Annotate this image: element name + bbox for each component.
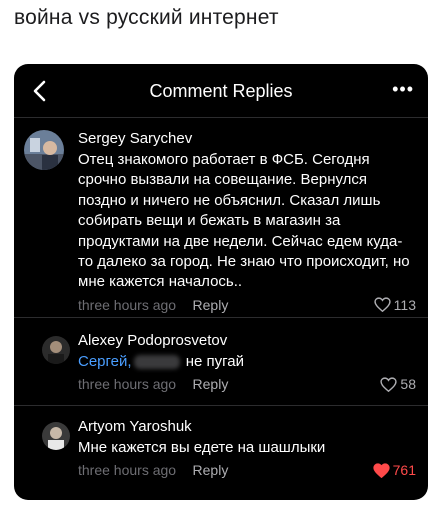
- like-count: 113: [393, 296, 416, 313]
- comment-author[interactable]: Sergey Sarychev: [78, 130, 416, 147]
- like-button[interactable]: 113: [374, 297, 416, 313]
- like-button[interactable]: 761: [372, 462, 416, 479]
- avatar[interactable]: [24, 130, 64, 170]
- heart-outline-icon: [374, 297, 391, 313]
- comment-replies-panel: Comment Replies ••• Sergey Sarychev Отец…: [14, 64, 428, 500]
- like-button[interactable]: 58: [380, 376, 416, 392]
- like-count: 761: [392, 462, 416, 479]
- reply-button[interactable]: Reply: [193, 462, 229, 478]
- comment-author[interactable]: Alexey Podoprosvetov: [78, 332, 416, 349]
- redacted-mark: [133, 355, 180, 370]
- comment-meta: three hours ago Reply 761: [78, 462, 416, 484]
- avatar-photo-icon: [42, 422, 70, 450]
- avatar-photo-icon: [42, 336, 70, 364]
- heart-filled-icon: [372, 463, 390, 478]
- like-count: 58: [400, 376, 416, 393]
- avatar[interactable]: [42, 336, 70, 364]
- comment-text: Сергей, не пугай: [78, 352, 416, 372]
- comment-item: Sergey Sarychev Отец знакомого работает …: [14, 122, 428, 318]
- heart-outline-icon: [380, 377, 398, 392]
- comment-item: Artyom Yaroshuk Мне кажется вы едете на …: [14, 408, 428, 498]
- mention-link[interactable]: Сергей,: [78, 353, 132, 370]
- comment-time: three hours ago: [78, 462, 177, 479]
- reply-button[interactable]: Reply: [193, 376, 229, 392]
- more-options-button[interactable]: •••: [392, 80, 414, 98]
- avatar[interactable]: [42, 422, 70, 450]
- comment-author[interactable]: Artyom Yaroshuk: [78, 418, 416, 435]
- comment-time: three hours ago: [78, 296, 177, 313]
- avatar-photo-icon: [24, 130, 64, 170]
- comment-meta: three hours ago Reply 58: [78, 376, 416, 398]
- reply-button[interactable]: Reply: [193, 297, 229, 313]
- top-bar: Comment Replies •••: [14, 64, 428, 118]
- comment-item: Alexey Podoprosvetov Сергей, не пугай th…: [14, 322, 428, 406]
- meme-headline: война vs русский интернет: [14, 6, 279, 29]
- comment-time: three hours ago: [78, 376, 177, 393]
- page-title: Comment Replies: [149, 81, 293, 101]
- comment-meta: three hours ago Reply 113: [78, 297, 416, 319]
- comment-text: Отец знакомого работает в ФСБ. Сегодня с…: [78, 151, 410, 291]
- comment-text-body: не пугай: [185, 353, 245, 370]
- comment-text: Мне кажется вы едете на шашлыки: [78, 439, 326, 456]
